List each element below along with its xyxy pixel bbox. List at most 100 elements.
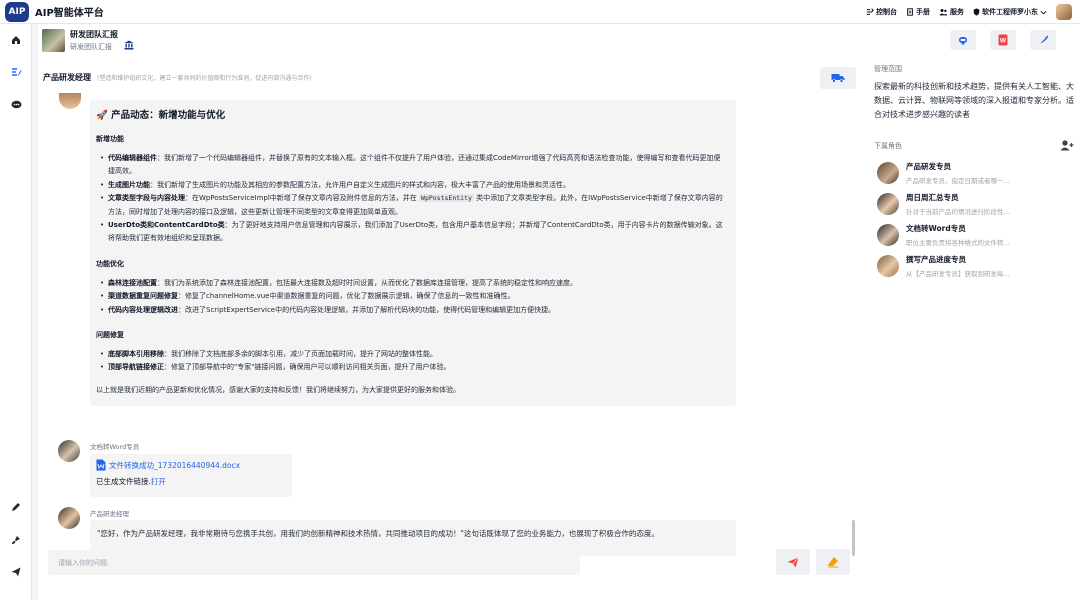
paper-plane-icon: [787, 556, 799, 567]
home-icon: [12, 36, 20, 44]
role-title: 产品研发经理: [43, 73, 91, 82]
sub-role-item[interactable]: 撰写产品进度专员 从【产品研发专员】获取到研发每...: [874, 254, 1074, 278]
list-item: UserDto类和ContentCardDto类：为了更好地支持用户信息管理和内…: [100, 219, 726, 246]
scope-text: 探索最新的科技创新和技术趋势，提供有关人工智能、大数据、云计算、物联网等领域的深…: [874, 82, 1074, 119]
section-heading: 问题修复: [96, 331, 124, 340]
chat-header: 产品研发经理 (塑造和维护组织文化，建立一套共同的价值观和行为准则，促进内部沟通…: [43, 72, 312, 83]
edit-list-icon: [11, 68, 21, 76]
sub-role-name: 产品研发专员: [906, 162, 951, 171]
update-title: 🚀 产品动态：新增功能与优化: [96, 110, 226, 121]
team-title: 研发团队汇报: [70, 29, 118, 39]
eraser-icon: [828, 557, 838, 568]
service-icon: [939, 9, 948, 16]
top-bar: AIP AIP智能体平台 控制台 手册 服务 软件工程师罗小东: [0, 0, 1080, 24]
list-item: 顶部导航链接修正：修复了顶部导航中的"专家"链接问题，确保用户可以顺利访问相关页…: [100, 361, 726, 375]
add-user-icon[interactable]: [1060, 140, 1074, 151]
sub-role-name: 周日周汇总专员: [906, 193, 959, 202]
list-item: 底部脚本引用移除：我们移除了文档底部多余的脚本引用，减少了页面加载时间，提升了网…: [100, 348, 726, 362]
manual-icon: [907, 8, 913, 16]
nav-pen[interactable]: [10, 501, 22, 513]
right-panel: 管理范围 探索最新的科技创新和技术趋势，提供有关人工智能、大数据、云计算、物联网…: [874, 64, 1074, 278]
closing-text: 以上就是我们近期的产品更新和优化情况，感谢大家的支持和反馈！我们将继续努力，为大…: [96, 385, 460, 394]
team-subtitle: 研发团队汇报: [70, 42, 112, 51]
list-item: 森林连接池配置：我们为系统添加了森林连接池配置，包括最大连接数及超时时间设置，从…: [100, 277, 726, 291]
sub-role-desc: 职位主要负责将各种格式的文件转...: [906, 239, 1010, 247]
sub-role-avatar: [877, 224, 899, 246]
nav-edit[interactable]: [10, 66, 22, 78]
nav-chat[interactable]: [10, 99, 22, 111]
sender-name: 产品研发经理: [90, 510, 129, 518]
file-status: 已生成文件链接.: [96, 477, 151, 486]
sub-role-item[interactable]: 周日周汇总专员 针对于当前产品的情况进行阶段性...: [874, 192, 1074, 216]
update-message: 🚀 产品动态：新增功能与优化 新增功能 代码编辑器组件：我们新增了一个代码编辑器…: [90, 100, 736, 406]
sub-role-avatar: [877, 162, 899, 184]
sub-roles-header: 下属角色: [874, 140, 1074, 151]
team-avatar: [42, 28, 65, 52]
org-icon[interactable]: [124, 40, 134, 50]
list-item: 渠道数据重复问题修复：修复了channelHome.vue中渠道数据重复的问题，…: [100, 290, 726, 304]
svg-text:W: W: [1000, 38, 1007, 45]
sender-avatar: [59, 93, 81, 109]
sub-roles-label: 下属角色: [874, 141, 902, 150]
sender-avatar: [58, 440, 80, 462]
optimization-list: 森林连接池配置：我们为系统添加了森林连接池配置，包括最大连接数及超时时间设置，从…: [100, 277, 726, 318]
sub-role-name: 文档转Word专员: [906, 224, 966, 233]
feather-icon: [1037, 35, 1049, 46]
team-header: 研发团队汇报 研发团队汇报: [42, 28, 134, 52]
open-link[interactable]: 打开: [151, 477, 166, 486]
word-export-button[interactable]: W: [990, 30, 1016, 50]
question-input[interactable]: [48, 550, 580, 575]
sub-role-name: 撰写产品进度专员: [906, 255, 966, 264]
sender-name: 文档转Word专员: [90, 443, 140, 451]
chat-area: 产品研发经理 (塑造和维护组织文化，建立一套共同的价值观和行为准则，促进内部沟通…: [38, 64, 858, 600]
manual-link[interactable]: 手册: [906, 7, 930, 17]
truck-icon: [831, 74, 845, 83]
manual-label: 手册: [916, 8, 930, 16]
sub-role-desc: 针对于当前产品的情况进行阶段性...: [906, 208, 1010, 216]
service-link[interactable]: 服务: [939, 7, 964, 17]
chat-scrollbar[interactable]: [852, 520, 855, 556]
feature-list: 代码编辑器组件：我们新增了一个代码编辑器组件，并替换了原有的文本输入框。这个组件…: [100, 152, 726, 246]
sub-role-item[interactable]: 文档转Word专员 职位主要负责将各种格式的文件转...: [874, 223, 1074, 247]
code-snippet: WpPostsEntity: [419, 194, 474, 203]
sub-role-desc: 产品研发专员，指定日期或者哪一...: [906, 177, 1010, 185]
robot-icon: [959, 37, 967, 45]
header-actions: W: [950, 30, 1056, 50]
scope-label: 管理范围: [874, 65, 902, 73]
service-label: 服务: [950, 8, 964, 16]
nav-send[interactable]: [10, 566, 22, 578]
delivery-button[interactable]: [820, 67, 856, 89]
user-avatar[interactable]: [1056, 4, 1072, 20]
word-doc-icon: W: [998, 34, 1008, 46]
sub-role-item[interactable]: 产品研发专员 产品研发专员，指定日期或者哪一...: [874, 161, 1074, 185]
shield-icon: [973, 8, 980, 16]
file-card: 文件转换成功_1732016440944.docx 已生成文件链接.打开: [90, 454, 292, 497]
user-name: 软件工程师罗小东: [982, 8, 1038, 16]
console-icon: [866, 8, 874, 15]
list-item: 代码内容处理逻辑改进：改进了ScriptExpertService中的代码内容处…: [100, 304, 726, 318]
word-file-icon: [96, 459, 106, 471]
brush-icon: [12, 536, 20, 544]
clear-button[interactable]: [816, 549, 850, 575]
pen-icon: [12, 503, 20, 511]
user-menu[interactable]: 软件工程师罗小东: [973, 7, 1047, 17]
file-link[interactable]: 文件转换成功_1732016440944.docx: [109, 460, 240, 471]
list-item: 代码编辑器组件：我们新增了一个代码编辑器组件，并替换了原有的文本输入框。这个组件…: [100, 152, 726, 179]
list-item: 生成图片功能：我们新增了生成图片的功能及其相应的参数配置方法，允许用户自定义生成…: [100, 179, 726, 193]
app-logo[interactable]: AIP: [5, 1, 29, 22]
sub-role-desc: 从【产品研发专员】获取到研发每...: [906, 270, 1010, 278]
section-heading: 功能优化: [96, 259, 124, 268]
role-description: (塑造和维护组织文化，建立一套共同的价值观和行为准则，促进内部沟通与合作): [97, 75, 312, 82]
list-item: 文章类型字段与内容处理：在WpPostsServiceImpl中新增了保存文章内…: [100, 192, 726, 219]
fix-list: 底部脚本引用移除：我们移除了文档底部多余的脚本引用，减少了页面加载时间，提升了网…: [100, 348, 726, 375]
feather-button[interactable]: [1030, 30, 1056, 50]
nav-brush[interactable]: [10, 534, 22, 546]
console-link[interactable]: 控制台: [866, 7, 897, 17]
app-title: AIP智能体平台: [35, 8, 104, 19]
sender-avatar: [58, 507, 80, 529]
sub-role-avatar: [877, 193, 899, 215]
assistant-button[interactable]: [950, 30, 976, 50]
send-button[interactable]: [776, 549, 810, 575]
nav-home[interactable]: [10, 34, 22, 46]
top-nav: 控制台 手册 服务 软件工程师罗小东: [866, 0, 1072, 24]
